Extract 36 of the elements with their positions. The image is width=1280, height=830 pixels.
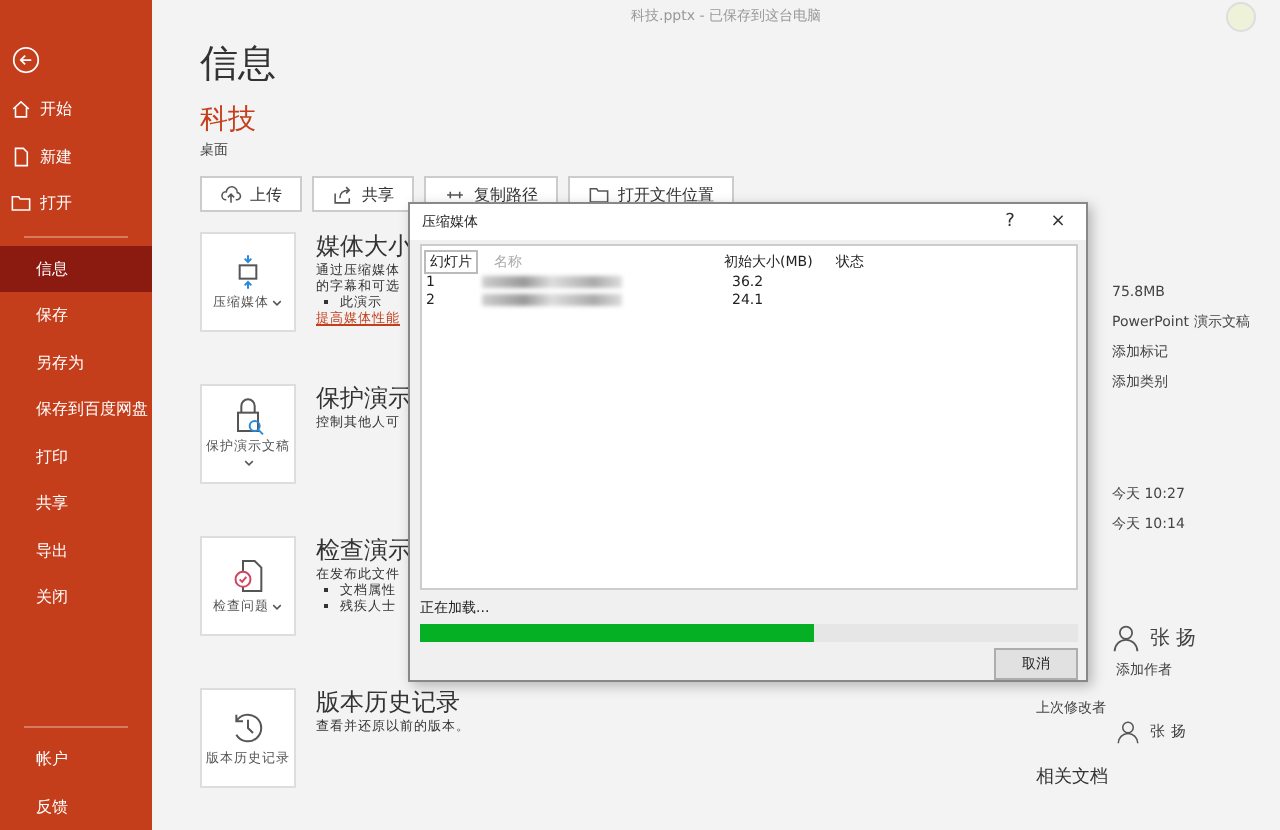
sidebar-item[interactable]: 共享 <box>0 480 152 527</box>
sidebar-item[interactable]: 开始 <box>0 86 152 133</box>
page-heading: 信息 <box>200 40 278 88</box>
sidebar-item[interactable]: 保存 <box>0 292 152 339</box>
blurred-text <box>482 276 622 289</box>
action-button[interactable]: 共享 <box>312 176 414 212</box>
caret-icon <box>272 297 283 308</box>
home-icon <box>10 98 32 121</box>
close-button[interactable]: × <box>1034 205 1082 238</box>
action-button[interactable]: 上传 <box>200 176 302 212</box>
sidebar-item[interactable]: 反馈 <box>0 783 152 830</box>
caret-icon <box>272 601 283 612</box>
sidebar-item[interactable]: 保存到百度网盘 <box>0 386 152 433</box>
share-icon <box>332 183 354 205</box>
help-button[interactable]: ? <box>986 205 1034 238</box>
section-heading: 相关文档 <box>1036 765 1110 790</box>
cloud-upload-icon <box>220 183 242 205</box>
sidebar-item[interactable]: 关闭 <box>0 574 152 621</box>
sidebar-item[interactable]: 另存为 <box>0 339 152 386</box>
sidebar-item[interactable]: 打开 <box>0 180 152 227</box>
person-icon <box>1112 624 1140 652</box>
person-icon <box>1116 720 1140 744</box>
caret-icon <box>243 457 253 468</box>
sidebar-item[interactable]: 信息 <box>0 245 152 292</box>
author-name: 张 扬 <box>1150 625 1197 652</box>
back-button[interactable] <box>12 46 40 74</box>
document-icon <box>10 145 32 168</box>
folder-icon <box>588 183 610 205</box>
file-name: 科技 <box>200 104 258 136</box>
sidebar-item[interactable]: 导出 <box>0 527 152 574</box>
section-title: 版本历史记录 <box>316 688 462 718</box>
folder-icon <box>10 192 32 215</box>
sidebar-item[interactable]: 帐户 <box>0 736 152 783</box>
sidebar-item[interactable]: 打印 <box>0 433 152 480</box>
blurred-text <box>482 294 622 307</box>
sidebar-item[interactable]: 新建 <box>0 133 152 180</box>
